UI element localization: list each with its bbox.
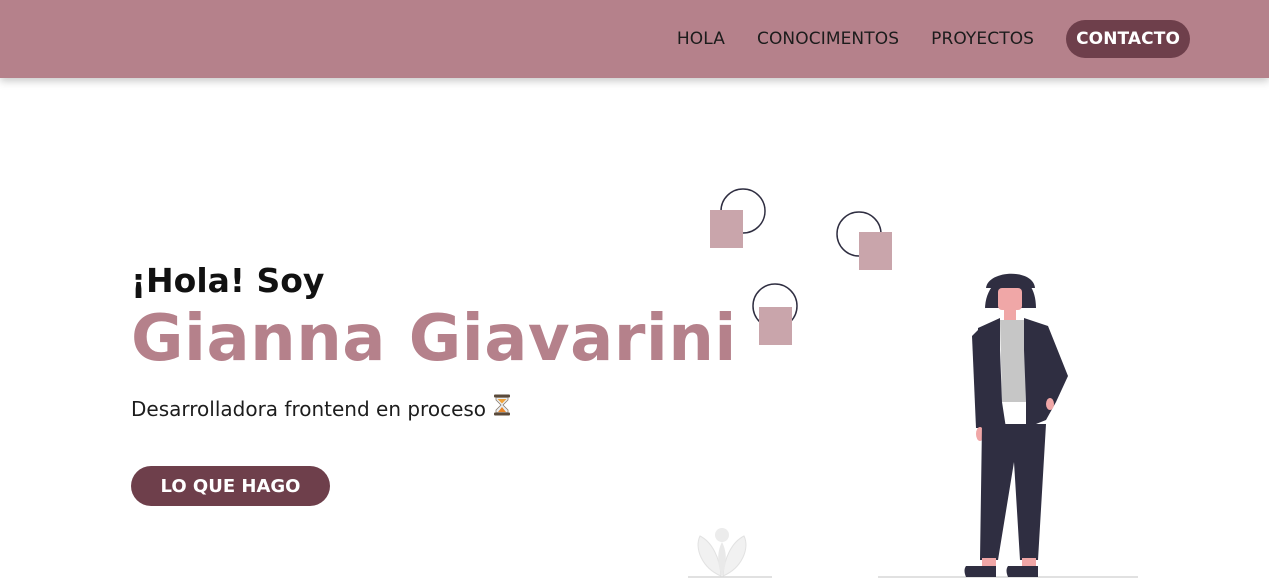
nav-link-hola[interactable]: HOLA	[677, 29, 725, 49]
nav-link-proyectos[interactable]: PROYECTOS	[931, 29, 1034, 49]
lo-que-hago-button[interactable]: LO QUE HAGO	[131, 466, 330, 506]
hero-subtitle: Desarrolladora frontend en proceso	[131, 394, 737, 423]
nav-links: HOLA CONOCIMENTOS PROYECTOS CONTACTO	[677, 20, 1190, 58]
hero-name: Gianna Giavarini	[131, 302, 737, 376]
navbar: HOLA CONOCIMENTOS PROYECTOS CONTACTO	[0, 0, 1269, 78]
hero-illustration	[680, 180, 1150, 582]
nav-link-contacto[interactable]: CONTACTO	[1066, 20, 1190, 58]
plant-icon	[697, 528, 747, 577]
circle-square-shape	[710, 188, 766, 248]
nav-link-conocimentos[interactable]: CONOCIMENTOS	[757, 29, 899, 49]
circle-square-shape	[752, 283, 798, 345]
hero-section: ¡Hola! Soy Gianna Giavarini Desarrollado…	[131, 258, 737, 423]
woman-standing-illustration	[964, 273, 1068, 577]
hero-subtitle-text: Desarrolladora frontend en proceso	[131, 396, 487, 421]
circle-square-shape	[836, 211, 892, 270]
hourglass-icon	[493, 394, 511, 423]
